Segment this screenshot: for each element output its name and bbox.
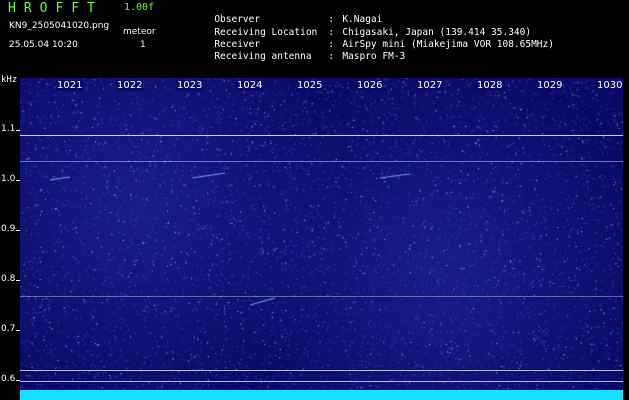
version-label: 1.00f: [124, 2, 155, 13]
file-name: KN9_2505041020.png: [9, 21, 110, 31]
carrier-line: [20, 296, 623, 297]
y-tick-label: 1.1: [1, 124, 16, 134]
header-panel: HROFFT 1.00f KN9_2505041020.png 25.05.04…: [0, 0, 629, 75]
info-value: K.Nagai: [342, 14, 383, 26]
info-row-observer: Observer: K.Nagai: [214, 14, 383, 26]
info-value: Chigasaki, Japan (139.414 35.340): [342, 26, 532, 38]
x-tick-label: 1027: [416, 80, 444, 91]
carrier-line: [20, 135, 623, 136]
datetime: 25.05.04 10:20: [9, 40, 78, 50]
y-tick-mark: [16, 130, 20, 131]
x-tick-label: 1021: [56, 80, 84, 91]
y-tick-label: 0.8: [1, 274, 16, 284]
y-tick-label: 0.6: [1, 374, 16, 384]
info-key: Observer: [214, 14, 261, 26]
carrier-line: [20, 370, 623, 371]
y-tick-label: 1.0: [1, 174, 16, 184]
mode-value: 1: [140, 40, 146, 50]
info-value: Maspro FM-3: [342, 51, 406, 63]
y-axis-unit: kHz: [1, 75, 18, 85]
y-tick-mark: [16, 330, 20, 331]
noise-floor-band: [20, 390, 623, 400]
spectrogram-plot: [20, 78, 623, 398]
y-tick-mark: [16, 280, 20, 281]
x-tick-label: 1022: [116, 80, 144, 91]
x-tick-label: 1026: [356, 80, 384, 91]
y-tick-label: 0.7: [1, 324, 16, 334]
mode-label: meteor: [123, 27, 156, 37]
x-tick-label: 1030: [596, 80, 624, 91]
spectrogram-noise: [20, 78, 623, 398]
info-key: Receiving Location: [214, 26, 318, 38]
info-value: AirSpy mini (Miakejima VOR 108.65MHz): [342, 38, 554, 50]
x-tick-label: 1029: [536, 80, 564, 91]
carrier-line: [20, 381, 623, 382]
x-tick-label: 1023: [176, 80, 204, 91]
station-info: Observer: K.Nagai Receiving Location: Chig…: [180, 2, 554, 62]
x-tick-label: 1025: [296, 80, 324, 91]
y-tick-mark: [16, 180, 20, 181]
y-tick-mark: [16, 230, 20, 231]
x-tick-label: 1024: [236, 80, 264, 91]
info-key: Receiving antenna: [214, 51, 312, 63]
carrier-line: [20, 161, 623, 162]
y-tick-label: 0.9: [1, 224, 16, 234]
x-tick-label: 1028: [476, 80, 504, 91]
info-key: Receiver: [214, 38, 261, 50]
app-title: HROFFT: [8, 1, 103, 16]
